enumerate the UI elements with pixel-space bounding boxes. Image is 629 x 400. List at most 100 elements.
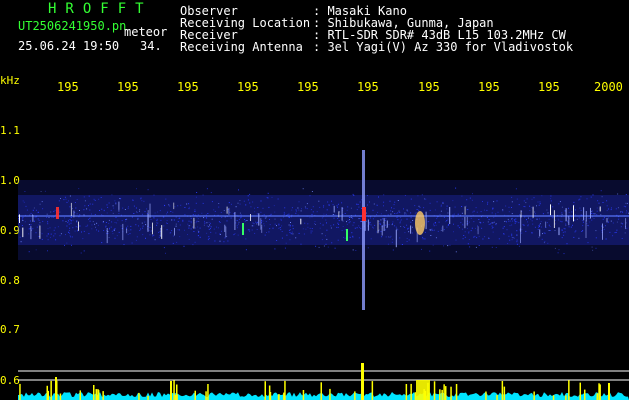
band-speckle xyxy=(515,221,517,223)
band-speckle xyxy=(251,225,253,227)
band-speckle xyxy=(221,217,223,218)
band-speckle xyxy=(475,246,477,248)
band-speckle xyxy=(307,223,309,225)
band-speckle xyxy=(146,208,148,210)
band-speckle xyxy=(558,203,560,205)
band-speckle xyxy=(98,198,100,200)
band-speckle xyxy=(197,235,199,237)
echo-streak xyxy=(106,228,108,244)
band-speckle xyxy=(157,211,159,213)
band-speckle xyxy=(372,226,374,228)
band-speckle xyxy=(247,195,249,197)
band-speckle xyxy=(101,214,103,216)
band-speckle xyxy=(302,228,304,230)
noise-spike xyxy=(138,392,140,400)
band-speckle xyxy=(353,222,355,224)
band-speckle xyxy=(548,218,550,220)
noise-spike xyxy=(371,381,374,400)
band-speckle xyxy=(397,200,399,201)
band-speckle xyxy=(277,198,279,200)
band-speckle xyxy=(198,221,200,222)
band-speckle xyxy=(268,231,270,233)
band-speckle xyxy=(405,213,407,215)
band-speckle xyxy=(226,220,228,222)
band-speckle xyxy=(566,243,568,245)
noise-spike xyxy=(329,388,331,400)
band-speckle xyxy=(384,229,386,231)
band-speckle xyxy=(562,231,564,233)
echo-streak xyxy=(520,228,521,244)
band-speckle xyxy=(67,219,69,221)
band-speckle xyxy=(307,226,309,228)
band-speckle xyxy=(114,200,116,202)
band-speckle xyxy=(179,224,181,226)
band-speckle xyxy=(473,236,475,238)
band-speckle xyxy=(188,208,190,210)
noise-spike xyxy=(496,394,498,400)
band-speckle xyxy=(237,202,239,204)
band-speckle xyxy=(166,222,167,224)
band-speckle xyxy=(91,228,93,230)
band-speckle xyxy=(611,207,612,209)
band-speckle xyxy=(360,221,362,223)
band-speckle xyxy=(201,212,203,214)
echo-streak xyxy=(338,211,340,218)
band-speckle xyxy=(86,225,88,227)
band-speckle xyxy=(607,217,609,219)
band-speckle xyxy=(495,247,497,248)
band-speckle xyxy=(626,202,628,204)
band-speckle xyxy=(165,252,166,254)
band-speckle xyxy=(392,238,393,240)
band-speckle xyxy=(505,205,507,207)
band-speckle xyxy=(295,212,297,214)
band-speckle xyxy=(435,237,437,239)
band-speckle xyxy=(87,224,89,226)
band-speckle xyxy=(480,211,482,213)
x-tick-8: 195 xyxy=(478,80,500,94)
band-speckle xyxy=(266,197,268,198)
band-speckle xyxy=(360,227,362,229)
band-speckle xyxy=(432,244,434,246)
band-speckle xyxy=(377,211,379,213)
band-speckle xyxy=(190,220,192,222)
band-speckle xyxy=(243,200,245,202)
band-speckle xyxy=(35,209,37,211)
band-speckle xyxy=(497,211,499,213)
band-speckle xyxy=(403,208,404,210)
band-speckle xyxy=(453,223,454,225)
band-speckle xyxy=(576,218,578,220)
band-speckle xyxy=(166,220,168,221)
band-speckle xyxy=(265,217,267,219)
band-speckle xyxy=(454,206,456,208)
band-speckle xyxy=(391,241,393,243)
band-speckle xyxy=(325,219,327,221)
band-speckle xyxy=(511,220,513,222)
band-speckle xyxy=(504,220,506,222)
band-speckle xyxy=(408,239,410,241)
band-speckle xyxy=(321,239,323,241)
band-speckle xyxy=(344,237,346,239)
spike xyxy=(170,381,172,400)
band-speckle xyxy=(399,211,401,213)
band-speckle xyxy=(112,205,114,207)
noise-fill xyxy=(18,392,629,400)
band-speckle xyxy=(491,225,493,227)
band-speckle xyxy=(321,217,323,219)
band-speckle xyxy=(623,205,625,207)
band-speckle xyxy=(239,203,241,205)
band-speckle xyxy=(224,237,226,239)
band-speckle xyxy=(66,225,68,227)
band-speckle xyxy=(477,225,478,227)
band-speckle xyxy=(144,211,146,213)
band-speckle xyxy=(158,236,160,238)
band-speckle xyxy=(411,232,413,234)
echo-streak xyxy=(32,215,34,222)
band-speckle xyxy=(304,222,306,224)
band-speckle xyxy=(541,238,543,240)
band-speckle xyxy=(447,218,449,220)
band-speckle xyxy=(297,207,299,209)
band-speckle xyxy=(322,224,324,226)
band-speckle xyxy=(156,220,158,222)
band-speckle xyxy=(600,190,602,192)
band-speckle xyxy=(502,209,504,211)
